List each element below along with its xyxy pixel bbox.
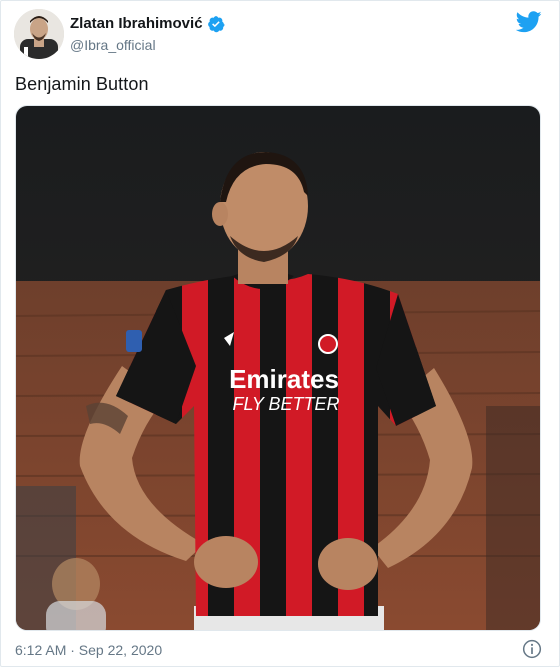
author-avatar[interactable] [14, 9, 64, 59]
twitter-bird-icon[interactable] [516, 11, 542, 33]
tweet-text: Benjamin Button [15, 74, 149, 94]
author-name[interactable]: Zlatan Ibrahimović [70, 15, 203, 32]
info-icon[interactable] [522, 639, 542, 659]
jersey-sponsor: Emirates [229, 364, 339, 394]
jersey-slogan: FLY BETTER [232, 394, 339, 414]
verified-badge-icon [208, 16, 225, 33]
author-handle[interactable]: @Ibra_official [70, 37, 156, 53]
tweet-timestamp[interactable]: 6:12 AM · Sep 22, 2020 [15, 642, 162, 658]
tweet-photo[interactable]: Emirates FLY BETTER [15, 105, 541, 631]
tweet-card: Zlatan Ibrahimović @Ibra_official Benjam… [0, 0, 560, 667]
